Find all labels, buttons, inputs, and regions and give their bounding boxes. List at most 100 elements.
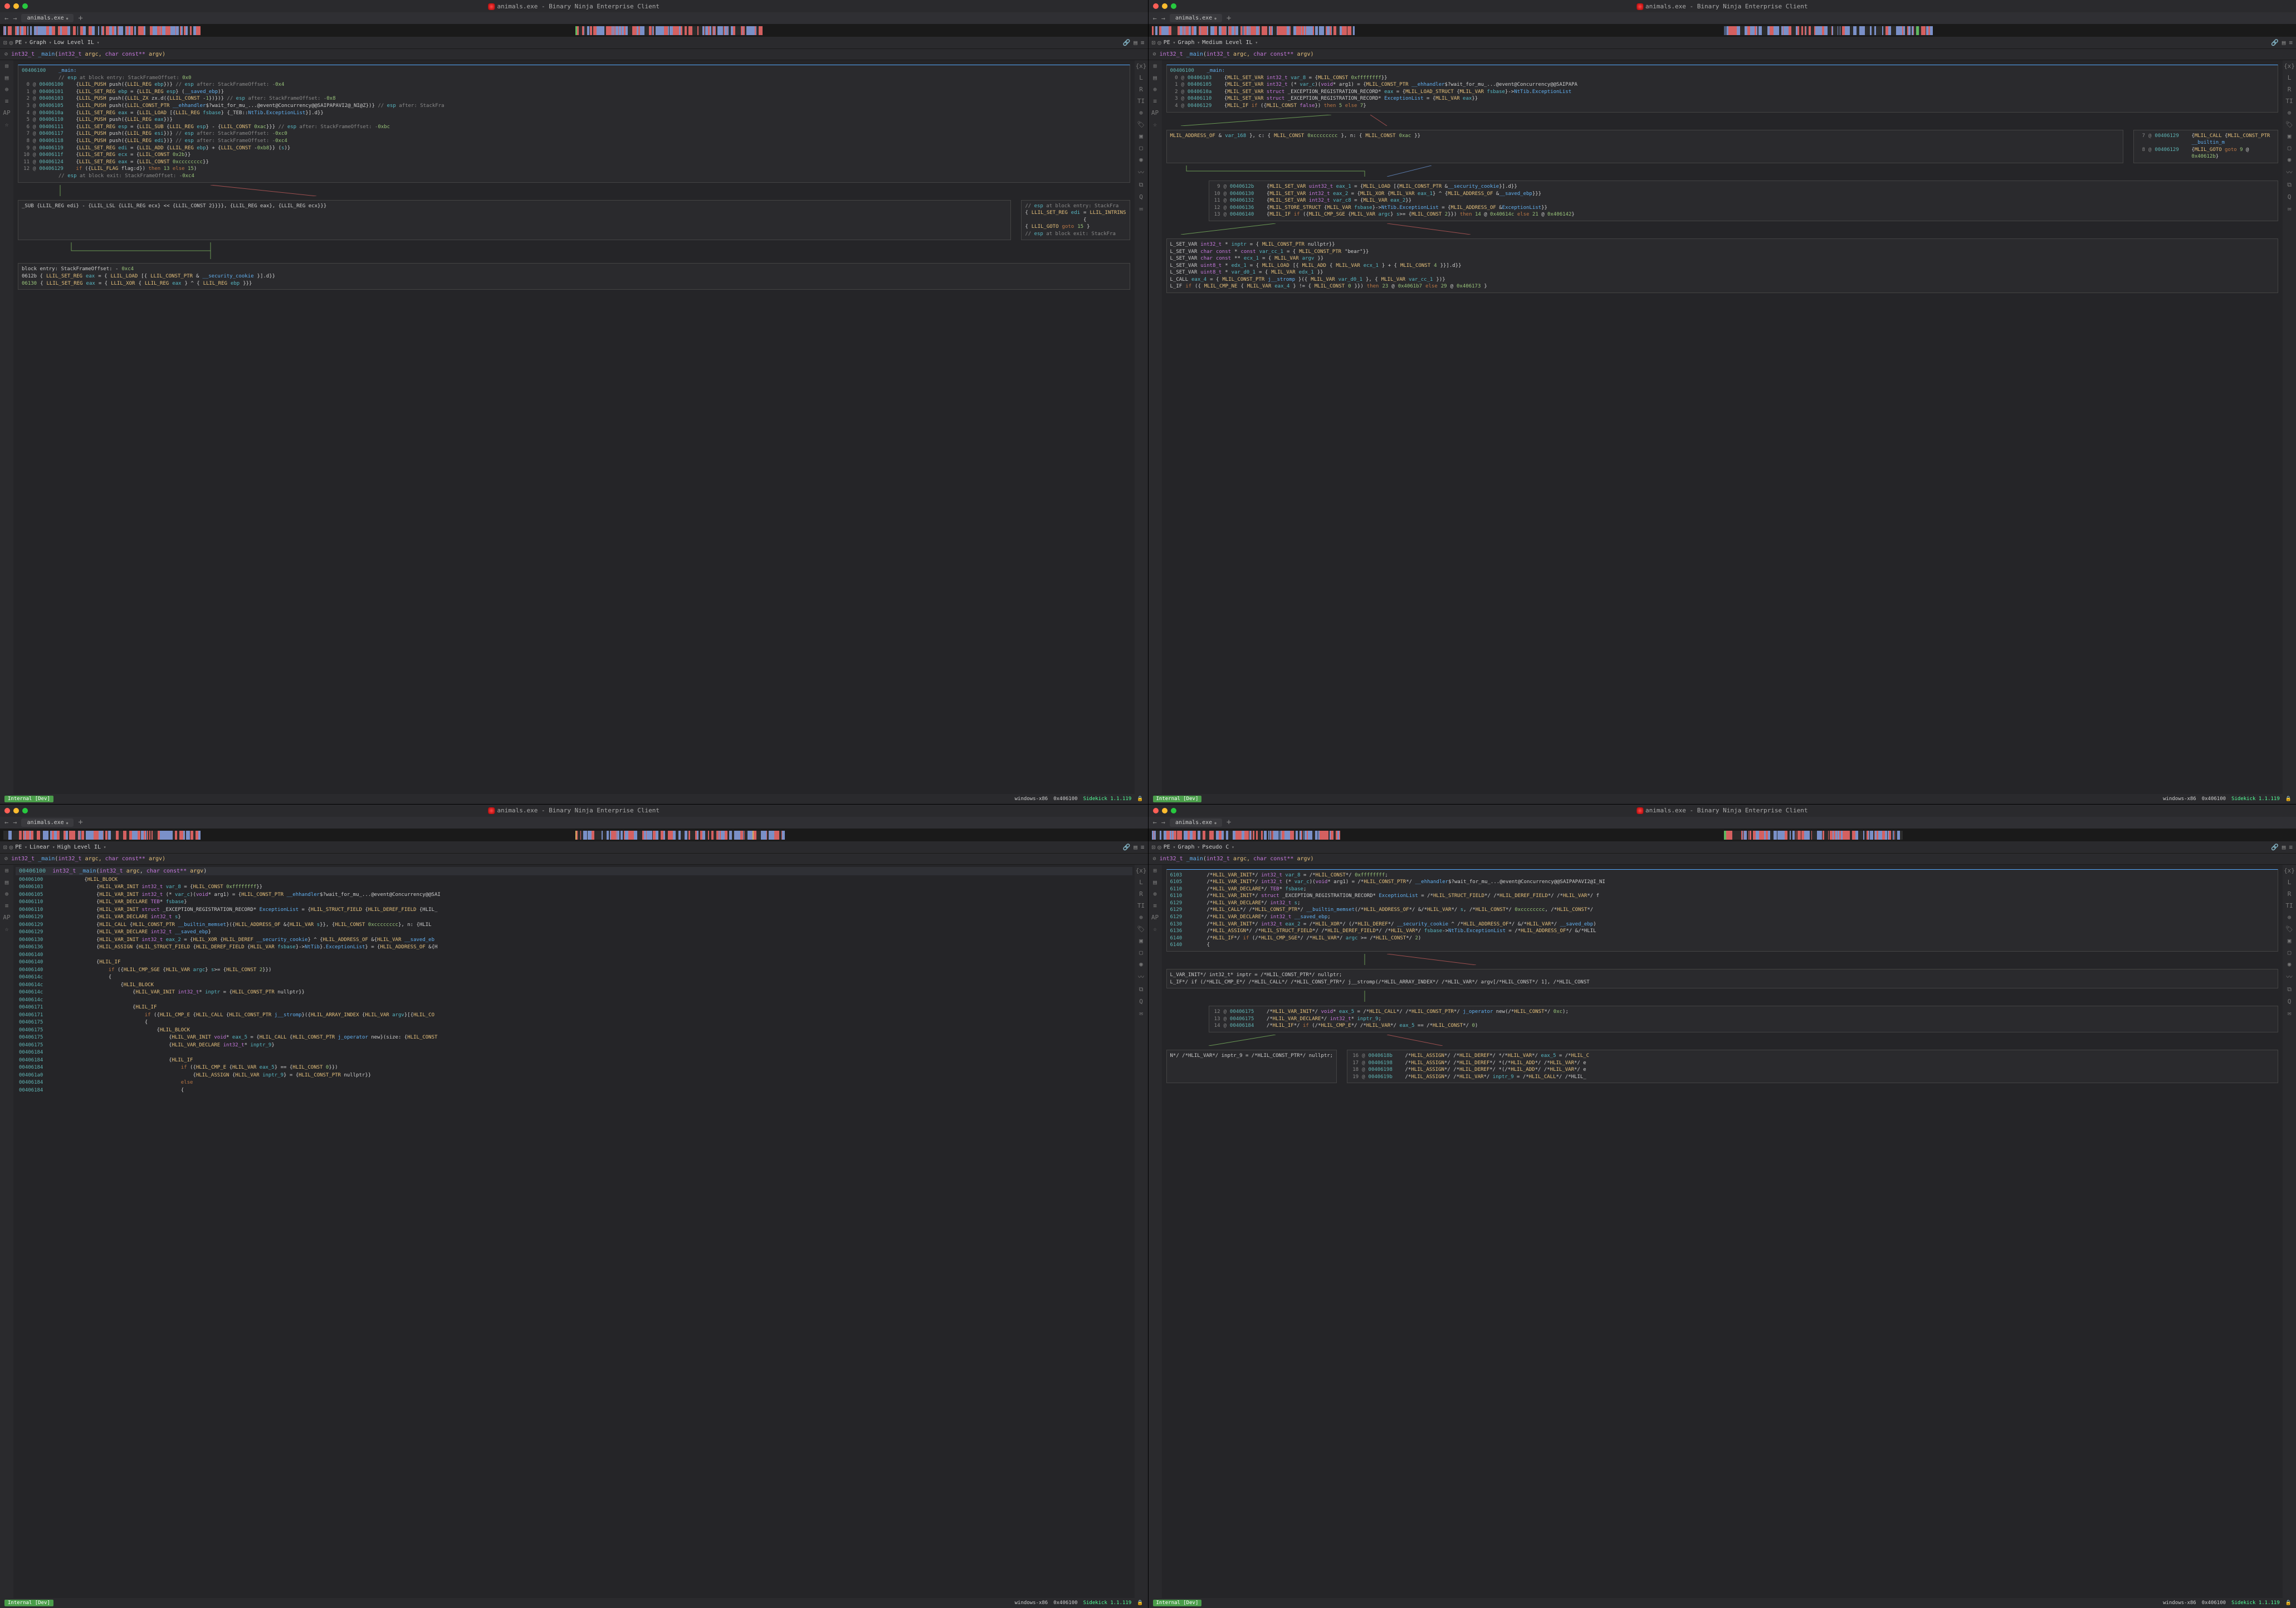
- sidebar-tool-icon[interactable]: {x}: [1136, 62, 1147, 70]
- sidebar-tool-icon[interactable]: Q: [1139, 998, 1143, 1005]
- code-line[interactable]: 10@00406130{MLIL_SET_VAR int32_t eax_2 =…: [1213, 191, 2275, 198]
- code-line[interactable]: 00406140: [16, 952, 1132, 959]
- view-dropdown[interactable]: Graph: [1178, 844, 1200, 850]
- sidebar-tool-icon[interactable]: ⊕: [2288, 109, 2292, 116]
- menu-icon[interactable]: ≡: [2289, 39, 2293, 46]
- sidebar-tool-icon[interactable]: ⊕: [5, 86, 9, 93]
- code-line[interactable]: 00406175 {HLIL_VAR_DECLARE int32_t* inpt…: [16, 1042, 1132, 1050]
- code-line[interactable]: 00406129 {HLIL_CALL {HLIL_CONST_PTR __bu…: [16, 922, 1132, 929]
- code-line[interactable]: 1@00406105{MLIL_SET_VAR int32_t (* var_c…: [1170, 81, 2275, 89]
- basic-block[interactable]: 00406100_main: // esp at block entry: St…: [18, 65, 1130, 183]
- code-line[interactable]: 00406129 {HLIL_VAR_DECLARE int32_t __sav…: [16, 929, 1132, 937]
- sidebar-tool-icon[interactable]: 〰: [1138, 168, 1144, 177]
- sidebar-tool-icon[interactable]: ⊞: [1153, 62, 1157, 70]
- code-line[interactable]: 4@00406129{MLIL_IF if ({MLIL_CONST false…: [1170, 103, 2275, 110]
- sidebar-tool-icon[interactable]: L: [1139, 879, 1143, 886]
- sidebar-tool-icon[interactable]: ✉: [2288, 1010, 2292, 1017]
- basic-block[interactable]: _SUB {LLIL_REG edi} - {LLIL_LSL {LLIL_RE…: [18, 200, 1011, 241]
- sidebar-tool-icon[interactable]: ⧉: [2287, 986, 2292, 993]
- linear-view[interactable]: 00406100 int32_t _main(int32_t argc, cha…: [13, 865, 1135, 1599]
- sidebar-tool-icon[interactable]: ☆: [1153, 925, 1157, 933]
- sidebar-tool-icon[interactable]: ⊕: [1153, 890, 1157, 898]
- sidebar-tool-icon[interactable]: Q: [1139, 193, 1143, 201]
- code-line[interactable]: 00406184 else: [16, 1079, 1132, 1087]
- il-dropdown[interactable]: Low Level IL: [54, 40, 100, 46]
- home-icon[interactable]: ⊡: [1152, 844, 1156, 851]
- basic-block[interactable]: 7@00406129{MLIL_CALL {MLIL_CONST_PTR __b…: [2133, 130, 2278, 163]
- sidebar-tool-icon[interactable]: ▢: [2288, 144, 2292, 152]
- sidebar-tool-icon[interactable]: 🏷: [2285, 925, 2293, 933]
- sidebar-tool-icon[interactable]: AP: [1151, 109, 1159, 116]
- il-dropdown[interactable]: Medium Level IL: [1202, 40, 1258, 46]
- sidebar-tool-icon[interactable]: ⊕: [1153, 86, 1157, 93]
- close-icon[interactable]: [1153, 808, 1159, 813]
- sidebar-tool-icon[interactable]: ⊕: [5, 890, 9, 898]
- code-line[interactable]: 00406175 {HLIL_VAR_INIT void* eax_5 = {H…: [16, 1034, 1132, 1042]
- layout-icon[interactable]: ▤: [2282, 39, 2286, 46]
- code-line[interactable]: 00406184 {HLIL_IF: [16, 1057, 1132, 1065]
- sidebar-tool-icon[interactable]: ≡: [1153, 98, 1157, 105]
- basic-block[interactable]: L_SET_VAR int32_t* inptr = {MLIL_CONST_P…: [1166, 238, 2279, 293]
- maximize-icon[interactable]: [22, 808, 28, 813]
- sidebar-tool-icon[interactable]: ⊕: [1139, 109, 1143, 116]
- forward-icon[interactable]: →: [1161, 14, 1165, 22]
- sidebar-tool-icon[interactable]: {x}: [2284, 62, 2295, 70]
- link-icon[interactable]: 🔗: [1123, 39, 1131, 46]
- code-line[interactable]: 9@00406119{LLIL_SET_REG edi = {LLIL_ADD …: [22, 145, 1126, 152]
- code-line[interactable]: 6129/*HLIL_VAR_DECLARE*/ int32_t s;: [1170, 900, 2275, 907]
- menu-icon[interactable]: ≡: [1141, 844, 1145, 851]
- maximize-icon[interactable]: [1171, 808, 1176, 813]
- code-line[interactable]: 6@00406111{LLIL_SET_REG esp = {LLIL_SUB …: [22, 124, 1126, 131]
- status-sidekick[interactable]: Sidekick 1.1.119: [1083, 796, 1132, 802]
- code-line[interactable]: 0@00406103{MLIL_SET_VAR int32_t var_8 = …: [1170, 75, 2275, 82]
- code-line[interactable]: 9@0040612b{MLIL_SET_VAR uint32_t eax_1 =…: [1213, 183, 2275, 191]
- entropy-map[interactable]: [0, 829, 1148, 841]
- sidebar-tool-icon[interactable]: Q: [2288, 998, 2292, 1005]
- forward-icon[interactable]: →: [1161, 818, 1165, 826]
- layout-icon[interactable]: ▤: [2282, 844, 2286, 851]
- back-icon[interactable]: ←: [4, 818, 8, 826]
- filetype-dropdown[interactable]: PE: [15, 40, 27, 46]
- file-tab[interactable]: animals.exe: [21, 14, 74, 22]
- menu-icon[interactable]: ≡: [1141, 39, 1145, 46]
- code-line[interactable]: 11@00406132{MLIL_SET_VAR int32_t var_c8 …: [1213, 197, 2275, 204]
- sidebar-tool-icon[interactable]: R: [1139, 86, 1143, 93]
- code-line[interactable]: 4@0040610a{LLIL_SET_REG eax = {LLIL_LOAD…: [22, 110, 1126, 117]
- maximize-icon[interactable]: [22, 3, 28, 9]
- view-mode-icon[interactable]: ◎: [9, 844, 13, 851]
- sidebar-tool-icon[interactable]: ▣: [1139, 133, 1143, 140]
- forward-icon[interactable]: →: [13, 818, 17, 826]
- sidebar-tool-icon[interactable]: 🏷: [1137, 121, 1145, 128]
- sidebar-tool-icon[interactable]: Q: [2288, 193, 2292, 201]
- sidebar-tool-icon[interactable]: ≡: [5, 902, 9, 909]
- code-line[interactable]: 7@00406117{LLIL_PUSH push({LLIL_REG esi}…: [22, 130, 1126, 138]
- code-line[interactable]: 10@0040611f{LLIL_SET_REG ecx = {LLIL_CON…: [22, 152, 1126, 159]
- view-mode-icon[interactable]: ◎: [9, 39, 13, 46]
- view-dropdown[interactable]: Linear: [30, 844, 55, 850]
- back-icon[interactable]: ←: [4, 14, 8, 22]
- sidebar-tool-icon[interactable]: ≡: [5, 98, 9, 105]
- code-line[interactable]: 00406184 {: [16, 1087, 1132, 1095]
- file-tab[interactable]: animals.exe: [1170, 14, 1222, 22]
- code-line[interactable]: 00406184: [16, 1049, 1132, 1057]
- minimize-icon[interactable]: [13, 808, 19, 813]
- sidebar-tool-icon[interactable]: TI: [2285, 902, 2293, 909]
- code-line[interactable]: 00406103 {HLIL_VAR_INIT int32_t var_8 = …: [16, 884, 1132, 891]
- sidebar-tool-icon[interactable]: 🏷: [2285, 121, 2293, 128]
- new-tab-icon[interactable]: +: [1227, 14, 1231, 23]
- function-signature[interactable]: ⊘ int32_t _main(int32_t argc, char const…: [1149, 854, 2296, 865]
- code-line[interactable]: 6110/*HLIL_VAR_INIT*/ struct _EXCEPTION_…: [1170, 893, 2275, 900]
- sidebar-tool-icon[interactable]: ☆: [1153, 121, 1157, 128]
- home-icon[interactable]: ⊡: [3, 39, 7, 46]
- code-line[interactable]: 00406175 {HLIL_BLOCK: [16, 1027, 1132, 1035]
- code-line[interactable]: 8@00406118{LLIL_PUSH push({LLIL_REG edi}…: [22, 138, 1126, 145]
- code-line[interactable]: 004061a0 {HLIL_ASSIGN {HLIL_VAR inptr_9}…: [16, 1072, 1132, 1080]
- view-dropdown[interactable]: Graph: [1178, 40, 1200, 46]
- basic-block[interactable]: block entry: StackFrameOffset: -0xc40612…: [18, 263, 1130, 290]
- code-line[interactable]: 6140/*HLIL_IF*/ if (/*HLIL_CMP_SGE*/ /*H…: [1170, 935, 2275, 942]
- code-line[interactable]: 12@00406175/*HLIL_VAR_INIT*/ void* eax_5…: [1213, 1008, 2275, 1016]
- close-icon[interactable]: [1153, 3, 1159, 9]
- new-tab-icon[interactable]: +: [78, 14, 82, 23]
- filetype-dropdown[interactable]: PE: [1164, 844, 1176, 850]
- sidebar-tool-icon[interactable]: ☆: [5, 925, 9, 933]
